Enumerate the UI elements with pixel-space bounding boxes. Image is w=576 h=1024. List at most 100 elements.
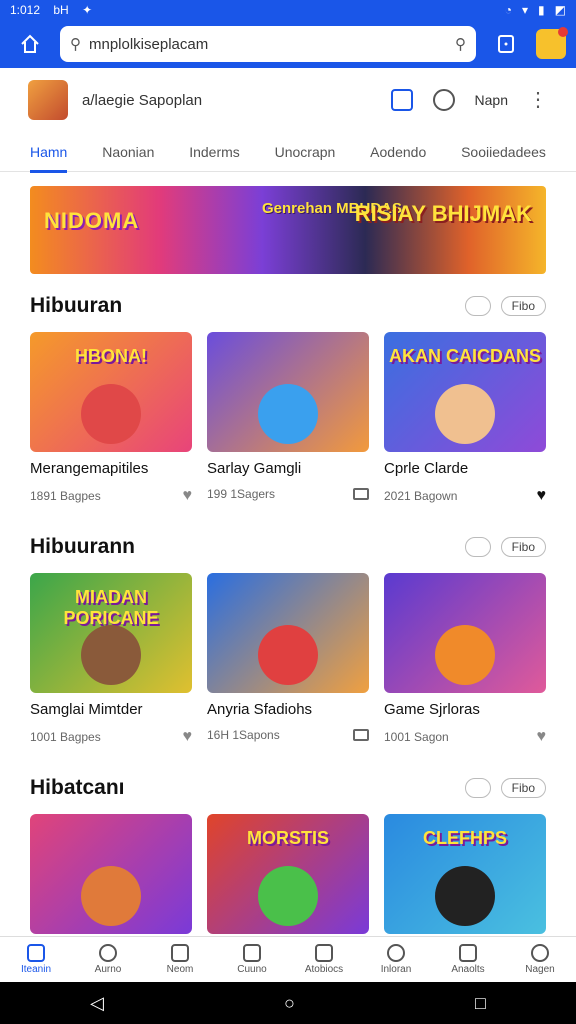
- status-bar: 1:012 bH ✦ ◔ ▾ ▮ ◩: [0, 0, 576, 20]
- status-icons: ◔ ▾ ▮ ◩: [505, 3, 566, 17]
- home-icon[interactable]: [10, 24, 50, 64]
- character-illustration: [81, 866, 141, 926]
- game-card[interactable]: CLEFHPS: [384, 814, 546, 934]
- status-indicator: bH: [53, 3, 69, 17]
- sections: Hibuuran Fibo HBONA! Merangemapitiles 1891 B…: [0, 286, 576, 934]
- profile-action-label[interactable]: Napn: [475, 92, 508, 108]
- favorite-icon[interactable]: ♥: [183, 487, 193, 505]
- profile-name: a/laegie Sapoplan: [82, 91, 203, 109]
- card-row: HBONA! Merangemapitiles 1891 Bagpes ♥ Sarlay…: [0, 332, 576, 505]
- content-section: Hibatcanı Fibo MORSTIS CLEFHPS: [0, 768, 576, 934]
- nav-item-0[interactable]: Iteanin: [6, 944, 66, 975]
- tab-4[interactable]: Aodendo: [370, 132, 426, 172]
- nav-label: Iteanin: [20, 964, 52, 975]
- home-icon: [27, 944, 45, 962]
- filter-pill[interactable]: Fibo: [500, 296, 546, 316]
- tv-icon[interactable]: [353, 488, 369, 500]
- promo-banner[interactable]: NIDOMA Genrehan MBUDAS RISIAY BHIJMAK: [30, 186, 546, 274]
- card-thumbnail[interactable]: HBONA!: [30, 332, 192, 452]
- game-card[interactable]: MORSTIS: [207, 814, 369, 934]
- card-thumbnail[interactable]: MIADAN PORICANE: [30, 573, 192, 693]
- card-title: Anyria Sfadiohs: [207, 701, 313, 718]
- profile-header: a/laegie Sapoplan Napn ⋮: [0, 68, 576, 132]
- card-thumbnail[interactable]: [384, 573, 546, 693]
- tv-icon[interactable]: [353, 729, 369, 741]
- battery-icon: ▮: [538, 3, 545, 17]
- content-section: Hibuurann Fibo MIADAN PORICANE Samglai Mimt…: [0, 527, 576, 746]
- section-title: Hibatcanı: [30, 776, 125, 799]
- card-title: Merangemapitiles: [30, 460, 149, 477]
- tab-3[interactable]: Unocrapn: [275, 132, 336, 172]
- back-icon[interactable]: ◁: [90, 993, 104, 1014]
- filter-pill[interactable]: Fibo: [500, 778, 546, 798]
- nav-item-6[interactable]: Anaolts: [438, 944, 498, 975]
- card-meta: 1001 Sagon ♥: [384, 728, 546, 746]
- game-card[interactable]: MIADAN PORICANE Samglai Mimtder 1001 Bagpe…: [30, 573, 192, 746]
- game-card[interactable]: [30, 814, 192, 934]
- game-card[interactable]: Game Sjrloras 1001 Sagon ♥: [384, 573, 546, 746]
- nav-label: Cuuno: [237, 964, 267, 975]
- nav-item-2[interactable]: Neom: [150, 944, 210, 975]
- status-time: 1:012: [10, 3, 41, 17]
- game-card[interactable]: AKAN CAICDANS Cprle Clarde 2021 Bagown ♥: [384, 332, 546, 505]
- card-thumbnail[interactable]: [207, 573, 369, 693]
- grid-toggle-icon[interactable]: [464, 778, 491, 798]
- tab-2[interactable]: Inderms: [189, 132, 240, 172]
- card-thumbnail[interactable]: [30, 814, 192, 934]
- home-button-icon[interactable]: ○: [284, 993, 295, 1014]
- card-title: Sarlay Gamgli: [207, 460, 302, 477]
- nav-label: Aurno: [94, 964, 122, 975]
- avatar[interactable]: [28, 80, 68, 120]
- chat-icon[interactable]: [432, 89, 455, 111]
- nav-item-3[interactable]: Cuuno: [222, 944, 282, 975]
- card-row: MIADAN PORICANE Samglai Mimtder 1001 Bagpe…: [0, 573, 576, 746]
- card-thumbnail[interactable]: [207, 332, 369, 452]
- search-icon: [99, 944, 117, 962]
- more-icon[interactable]: ⋮: [528, 90, 548, 110]
- gift-notification-icon[interactable]: [536, 27, 568, 59]
- character-illustration: [435, 384, 495, 444]
- section-controls: Fibo: [464, 296, 546, 316]
- favorite-icon[interactable]: ♥: [537, 728, 547, 746]
- character-illustration: [258, 866, 318, 926]
- grid-toggle-icon[interactable]: [464, 537, 491, 557]
- game-card[interactable]: Sarlay Gamgli 199 1Sagers: [207, 332, 369, 505]
- profile-icon: [531, 944, 549, 962]
- tabs-icon[interactable]: [486, 24, 526, 64]
- favorite-filled-icon[interactable]: ♥: [537, 487, 547, 505]
- nav-label: Neom: [166, 964, 194, 975]
- card-thumbnail[interactable]: AKAN CAICDANS: [384, 332, 546, 452]
- nav-item-7[interactable]: Nagen: [510, 944, 570, 975]
- character-illustration: [258, 384, 318, 444]
- thumbnail-title: AKAN CAICDANS: [389, 346, 541, 366]
- bookmark-icon[interactable]: [390, 89, 413, 111]
- game-card[interactable]: Anyria Sfadiohs 16H 1Sapons: [207, 573, 369, 746]
- game-card[interactable]: HBONA! Merangemapitiles 1891 Bagpes ♥: [30, 332, 192, 505]
- search-icon[interactable]: ⚲: [455, 35, 466, 53]
- nav-item-5[interactable]: Inloran: [366, 944, 426, 975]
- card-stats: 1891 Bagpes: [30, 489, 101, 503]
- tab-5[interactable]: Sooiiedadees: [461, 132, 546, 172]
- nav-item-4[interactable]: Atobiocs: [294, 944, 354, 975]
- nav-item-1[interactable]: Aurno: [78, 944, 138, 975]
- character-illustration: [81, 625, 141, 685]
- section-header: Hibatcanı Fibo: [0, 768, 576, 808]
- character-illustration: [435, 625, 495, 685]
- tab-1[interactable]: Naonian: [102, 132, 154, 172]
- tab-0[interactable]: Hamn: [30, 132, 68, 173]
- image-icon: [243, 944, 261, 962]
- card-thumbnail[interactable]: MORSTIS: [207, 814, 369, 934]
- nav-label: Nagen: [525, 964, 555, 975]
- filter-pill[interactable]: Fibo: [500, 537, 546, 557]
- card-stats: 2021 Bagown: [384, 489, 458, 503]
- browser-toolbar: ⚲ mnplolkiseplacam ⚲: [0, 20, 576, 68]
- recents-icon[interactable]: □: [475, 993, 486, 1014]
- card-title: Samglai Mimtder: [30, 701, 143, 718]
- notification-icon: ◩: [554, 3, 566, 17]
- grid-toggle-icon[interactable]: [464, 296, 491, 316]
- url-bar[interactable]: ⚲ mnplolkiseplacam ⚲: [60, 26, 476, 62]
- favorite-icon[interactable]: ♥: [183, 728, 193, 746]
- card-stats: 16H 1Sapons: [207, 728, 280, 742]
- card-thumbnail[interactable]: CLEFHPS: [384, 814, 546, 934]
- wifi-icon: ▾: [522, 3, 529, 17]
